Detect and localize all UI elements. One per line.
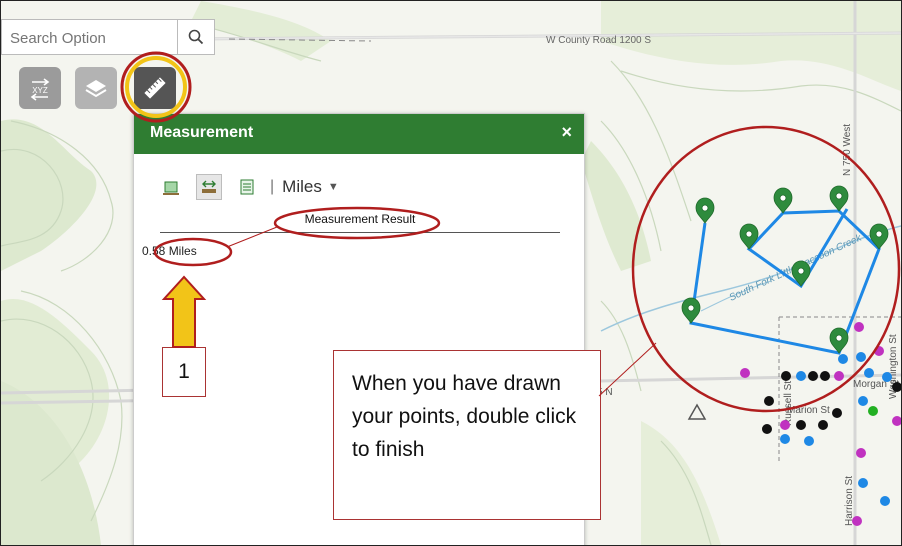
result-header: Measurement Result xyxy=(304,212,416,226)
distance-icon xyxy=(202,180,216,193)
measure-tool-button[interactable] xyxy=(134,67,176,109)
road-label-n750: N 750 West xyxy=(842,124,853,176)
search-input[interactable] xyxy=(8,20,182,56)
search-button[interactable] xyxy=(177,20,214,54)
chevron-down-icon[interactable]: ▼ xyxy=(328,181,339,193)
search-icon xyxy=(188,29,204,45)
road-label-russell: Russell St xyxy=(783,381,794,426)
result-value: 0.58 Miles xyxy=(142,244,197,258)
location-grid-icon xyxy=(240,179,254,195)
xyz-coordinate-button[interactable]: XYZ xyxy=(19,67,61,109)
measure-mode-toolbar: | Miles ▼ xyxy=(158,172,339,202)
area-icon xyxy=(163,181,179,195)
layers-button[interactable] xyxy=(75,67,117,109)
layers-icon xyxy=(85,80,107,98)
search-box xyxy=(1,19,215,56)
close-button[interactable]: × xyxy=(561,122,572,143)
step-number-box: 1 xyxy=(162,347,206,397)
ruler-icon xyxy=(144,77,166,99)
screenshot-frame: W County Road 1200 S N 750 West Morgan S… xyxy=(0,0,902,546)
location-measure-button[interactable] xyxy=(234,174,260,200)
unit-select[interactable]: Miles xyxy=(282,177,322,197)
xyz-icon: XYZ xyxy=(30,78,50,101)
separator: | xyxy=(270,178,275,195)
distance-measure-button[interactable] xyxy=(196,174,222,200)
road-label-county-road: W County Road 1200 S xyxy=(546,35,651,46)
divider xyxy=(160,232,560,233)
panel-header: Measurement × xyxy=(134,114,584,154)
panel-title: Measurement xyxy=(150,124,254,141)
area-measure-button[interactable] xyxy=(158,174,184,200)
instruction-callout: When you have drawn your points, double … xyxy=(333,350,601,520)
svg-text:XYZ: XYZ xyxy=(32,86,48,95)
